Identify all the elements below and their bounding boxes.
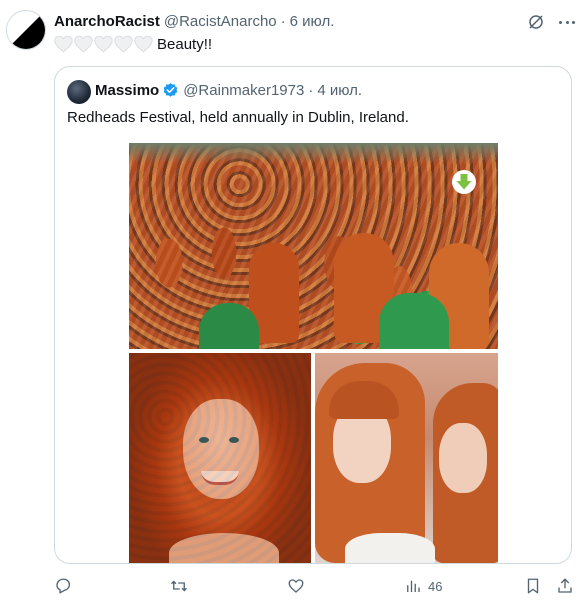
white-heart-icon (54, 35, 73, 53)
action-bar: 46 (54, 576, 578, 596)
views-count: 46 (428, 578, 443, 594)
quoted-author-handle[interactable]: @Rainmaker1973 (183, 82, 304, 99)
quoted-tweet[interactable]: Massimo @Rainmaker1973 · 4 июл. Redheads… (54, 66, 572, 564)
retweet-icon (171, 580, 187, 592)
quoted-tweet-text: Redheads Festival, held annually in Dubl… (67, 109, 409, 126)
white-heart-icon (94, 35, 113, 53)
white-heart-icon (134, 35, 153, 53)
two-women-photo[interactable] (315, 353, 498, 563)
white-heart-icon (114, 35, 133, 53)
quoted-tweet-header: Massimo @Rainmaker1973 · 4 июл. (95, 82, 362, 99)
reply-button[interactable] (54, 576, 72, 596)
author-handle[interactable]: @RacistAnarcho (164, 13, 277, 30)
white-heart-icon (74, 35, 93, 53)
download-arrow-icon[interactable] (451, 169, 477, 195)
tweet-text: Beauty!! (54, 35, 212, 53)
separator-dot: · (280, 13, 286, 30)
tweet-header: AnarchoRacist @RacistAnarcho · 6 июл. (54, 13, 334, 30)
share-icon (558, 578, 572, 593)
tweet-date[interactable]: 6 июл. (290, 13, 335, 30)
tweet-text-content: Beauty!! (157, 35, 213, 53)
share-button[interactable] (556, 576, 574, 596)
quoted-author-avatar[interactable] (67, 80, 91, 104)
retweet-button[interactable] (170, 576, 188, 596)
views-icon (407, 580, 420, 592)
reply-icon (56, 578, 71, 594)
views-button[interactable]: 46 (404, 576, 442, 596)
more-options-icon[interactable] (557, 12, 577, 32)
bookmark-button[interactable] (524, 576, 542, 596)
tweet[interactable]: AnarchoRacist @RacistAnarcho · 6 июл. Be… (0, 0, 588, 612)
verified-badge-icon (163, 83, 178, 97)
quoted-tweet-date[interactable]: 4 июл. (317, 82, 362, 99)
heart-emojis (54, 35, 153, 53)
media-grid (129, 143, 498, 563)
grok-icon[interactable] (527, 13, 545, 31)
bookmark-icon (527, 578, 539, 594)
crowd-photo[interactable] (129, 143, 498, 349)
quoted-author-display-name[interactable]: Massimo (95, 82, 159, 99)
like-icon (288, 579, 304, 593)
author-display-name[interactable]: AnarchoRacist (54, 13, 160, 30)
like-button[interactable] (287, 576, 305, 596)
separator-dot: · (308, 82, 314, 99)
portrait-photo[interactable] (129, 353, 311, 563)
author-avatar[interactable] (6, 10, 46, 50)
